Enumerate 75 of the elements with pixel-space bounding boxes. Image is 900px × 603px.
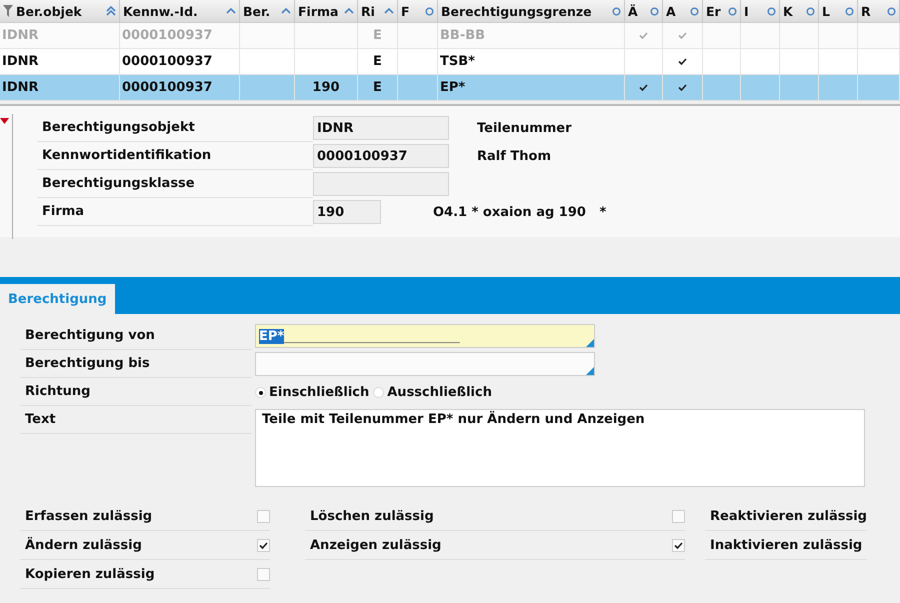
table-cell: E <box>373 28 382 43</box>
column-header[interactable]: R <box>858 0 900 22</box>
field-label: Berechtigung bis <box>25 356 150 371</box>
field-description: O4.1 * oxaion ag 190 * <box>433 204 606 220</box>
column-header[interactable]: Ber. <box>240 0 295 22</box>
table-cell: IDNR <box>2 28 39 43</box>
column-header[interactable]: K <box>780 0 819 22</box>
circle-icon <box>767 6 776 16</box>
input-field[interactable]: EP*___________________________ <box>255 324 595 348</box>
column-header[interactable]: Berechtigungsgrenze <box>438 0 625 22</box>
column-header[interactable]: Firma <box>295 0 358 22</box>
table-cell: BB-BB <box>440 28 486 43</box>
checkbox-label: Ändern zulässig <box>24 538 143 552</box>
table-cell: 0000100937 <box>122 28 212 43</box>
column-header[interactable]: Ber.objek <box>0 0 120 22</box>
table-cell: 190 <box>312 80 340 95</box>
column-header[interactable]: A <box>663 0 703 22</box>
input-field[interactable] <box>255 352 595 376</box>
column-header[interactable]: F <box>398 0 438 22</box>
column-header[interactable]: Kennw.-Id. <box>120 0 240 22</box>
table-cell: E <box>373 54 382 69</box>
circle-icon <box>728 6 737 16</box>
caret-up-icon <box>226 7 236 15</box>
circle-icon <box>650 6 659 16</box>
field-description: Ralf Thom <box>477 148 552 164</box>
field-label: Berechtigungsklasse <box>37 170 313 198</box>
column-header[interactable]: Ä <box>625 0 663 22</box>
checkbox[interactable] <box>257 510 270 522</box>
circle-icon <box>690 6 699 16</box>
double-caret-up-icon <box>106 6 116 16</box>
table-cell: IDNR <box>2 80 39 95</box>
caret-up-icon <box>344 7 354 15</box>
circle-icon <box>806 6 815 16</box>
circle-icon <box>845 6 854 16</box>
table-row[interactable]: IDNR 0000100937 190 E EP* <box>0 75 900 101</box>
circle-icon <box>425 6 434 16</box>
column-header[interactable]: Ri <box>358 0 398 22</box>
checkbox-label: Erfassen zulässig <box>24 508 154 524</box>
checkbox-label: Löschen zulässig <box>309 508 435 524</box>
field-label: Firma <box>37 198 313 226</box>
checkbox[interactable] <box>257 568 270 580</box>
checkbox-label: Kopieren zulässig <box>24 566 156 582</box>
caret-up-icon <box>281 7 291 15</box>
table-cell: E <box>373 80 382 95</box>
readonly-field: IDNR <box>313 116 449 140</box>
radio-option[interactable]: Ausschließlich <box>373 384 492 400</box>
text-area[interactable]: Teile mit Teilenummer EP* nur Ändern und Anzeigen <box>255 409 865 487</box>
column-header[interactable]: Er <box>703 0 741 22</box>
checkbox[interactable] <box>672 538 685 552</box>
table-cell: 0000100937 <box>122 54 212 69</box>
column-header[interactable]: I <box>741 0 780 22</box>
checkbox[interactable] <box>672 510 685 522</box>
readonly-field: 190 <box>313 200 381 224</box>
radio-option[interactable]: Einschließlich <box>255 384 370 400</box>
field-label: Berechtigungsobjekt <box>37 114 313 142</box>
table-cell: TSB* <box>440 54 475 69</box>
column-header[interactable]: L <box>819 0 858 22</box>
table-cell: EP* <box>440 80 466 95</box>
field-description: Teilenummer <box>477 120 572 136</box>
caret-up-icon <box>384 7 394 15</box>
checkbox-label: Anzeigen zulässig <box>309 538 442 552</box>
field-label: Text <box>25 412 56 427</box>
table-cell: 0000100937 <box>122 80 212 95</box>
check-icon <box>674 542 683 548</box>
circle-icon <box>887 6 896 16</box>
field-label: Berechtigung von <box>25 328 155 343</box>
checkbox-label: Inaktivieren zulässig <box>709 538 864 552</box>
readonly-field: 0000100937 <box>313 144 449 168</box>
field-label: Richtung <box>25 384 90 399</box>
field-label: Kennwortidentifikation <box>37 142 313 170</box>
circle-icon <box>612 6 621 16</box>
check-icon <box>259 542 268 548</box>
table-cell: IDNR <box>2 54 39 69</box>
checkbox-label: Reaktivieren zulässig <box>709 508 867 524</box>
checkbox[interactable] <box>257 538 270 552</box>
